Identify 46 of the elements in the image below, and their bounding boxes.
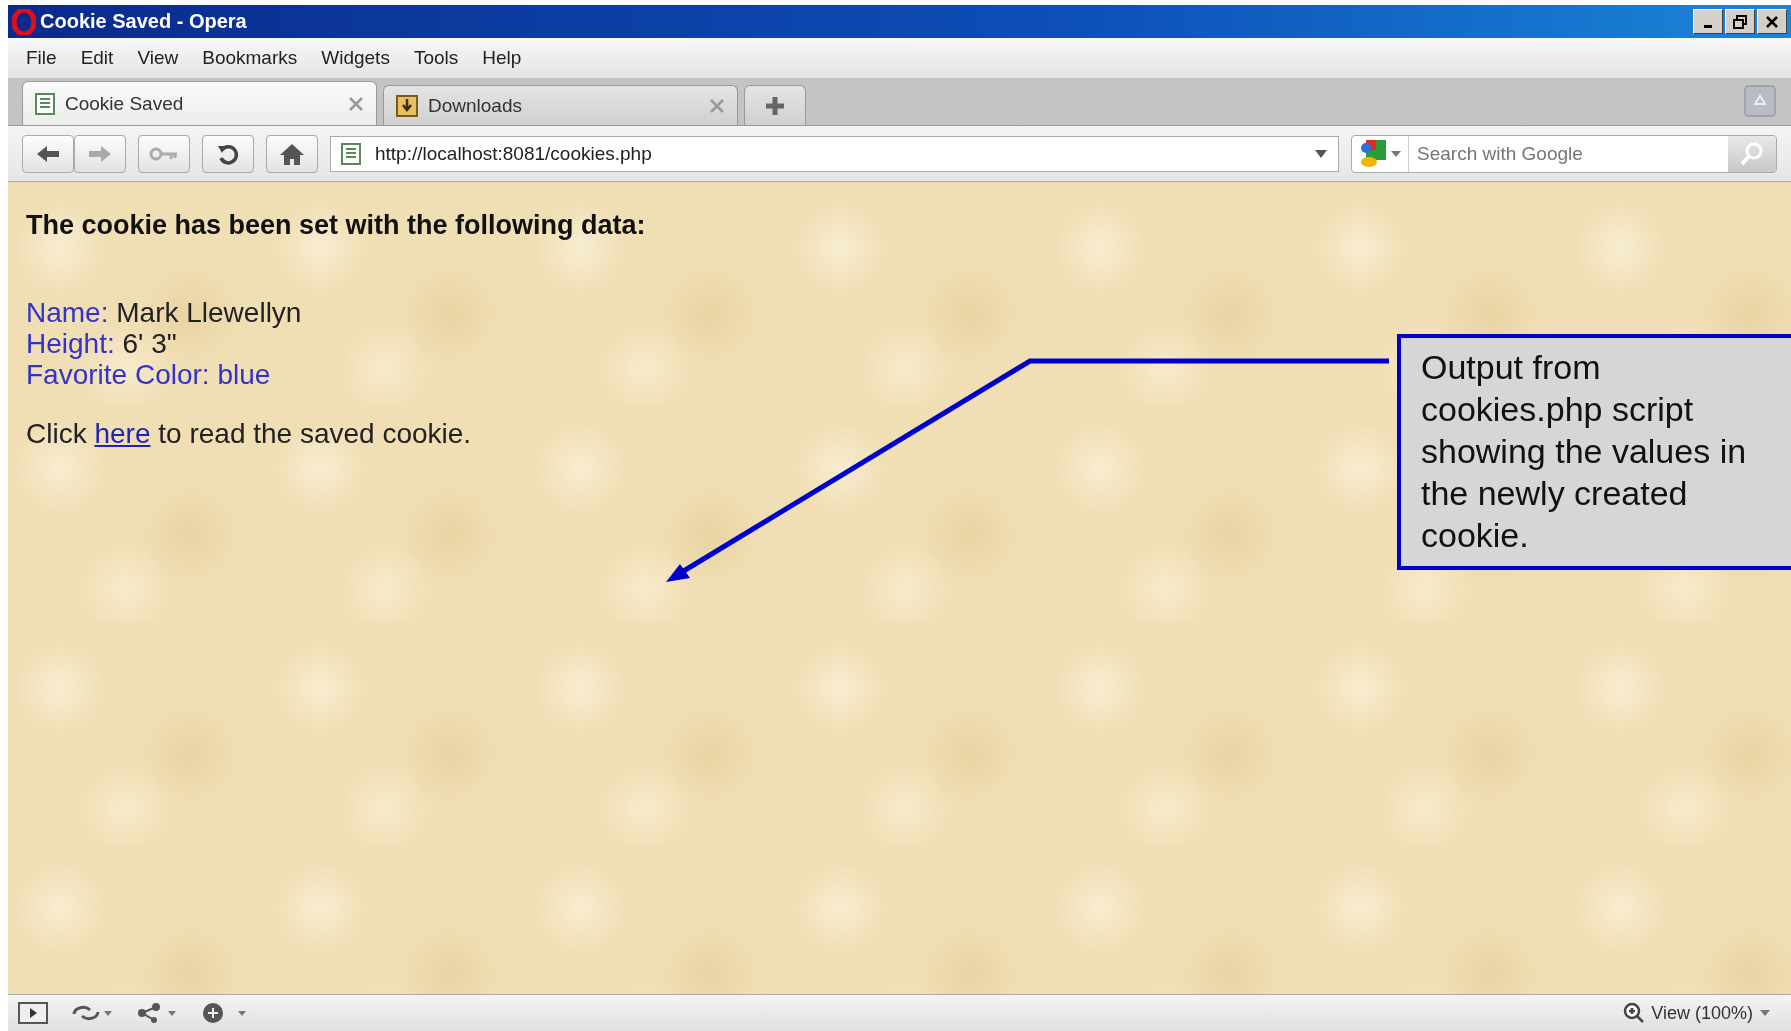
field-line: Name: Mark Llewellyn xyxy=(26,297,302,328)
page-icon xyxy=(341,142,361,165)
dropdown-icon[interactable] xyxy=(1390,149,1402,158)
restore-icon xyxy=(1733,14,1747,29)
menu-item[interactable]: Tools xyxy=(405,47,475,69)
plus-icon xyxy=(764,94,786,117)
zoom-icon xyxy=(1623,1002,1646,1024)
field-line: Favorite Color: blue xyxy=(26,359,271,390)
menu-item[interactable]: Help xyxy=(474,47,538,69)
zoom-button[interactable]: View (100%) xyxy=(1613,1002,1781,1024)
new-tab-button[interactable] xyxy=(744,85,806,125)
search-bar[interactable]: Search with Google xyxy=(1351,134,1777,173)
window-title: Cookie Saved - Opera xyxy=(40,10,248,33)
address-field[interactable]: http://localhost:8081/cookies.php xyxy=(373,141,1302,166)
restore-button[interactable] xyxy=(1725,9,1755,34)
close-button[interactable] xyxy=(1757,9,1787,34)
forward-icon xyxy=(87,143,113,164)
browser-tab[interactable]: Downloads xyxy=(383,85,738,125)
page-heading: The cookie has been set with the following data: xyxy=(26,210,647,241)
menu-item[interactable]: Bookmarks xyxy=(194,47,314,69)
caret-icon xyxy=(1759,1009,1771,1017)
here-link[interactable]: here xyxy=(94,418,151,449)
callout-note: Output from cookies.php script showing the values in the newly created cookie. xyxy=(1397,334,1791,570)
menu-item[interactable]: File xyxy=(18,47,73,69)
menu-item[interactable]: Edit xyxy=(72,47,130,69)
browser-tab[interactable]: Cookie Saved xyxy=(22,81,377,125)
field-line: Height: 6' 3" xyxy=(26,328,177,359)
menu-item[interactable]: Widgets xyxy=(313,47,406,69)
back-button[interactable] xyxy=(22,134,74,173)
minimize-button[interactable] xyxy=(1693,9,1723,34)
home-icon xyxy=(279,141,305,166)
home-button[interactable] xyxy=(266,134,318,173)
back-icon xyxy=(35,143,61,164)
download-icon xyxy=(396,94,418,117)
close-icon[interactable] xyxy=(348,95,364,112)
page-icon xyxy=(35,92,55,115)
panel-toggle-icon[interactable] xyxy=(18,1002,48,1024)
key-icon xyxy=(149,146,179,161)
menu-item[interactable]: View xyxy=(129,47,195,69)
address-bar[interactable]: http://localhost:8081/cookies.php xyxy=(330,135,1339,172)
opera-logo-icon xyxy=(12,8,36,35)
close-icon xyxy=(1765,14,1779,29)
dropdown-icon[interactable] xyxy=(1314,148,1328,159)
reload-button[interactable] xyxy=(202,134,254,173)
google-logo-icon[interactable] xyxy=(1358,138,1388,169)
minimize-icon xyxy=(1704,25,1712,28)
